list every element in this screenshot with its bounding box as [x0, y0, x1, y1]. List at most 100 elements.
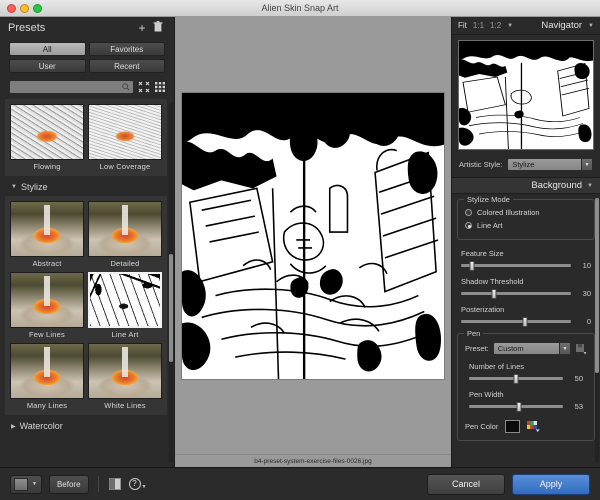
grid-view-icon[interactable] [154, 81, 166, 93]
trash-icon[interactable] [150, 21, 166, 35]
cancel-button[interactable]: Cancel [427, 473, 505, 495]
filter-user-button[interactable]: User [9, 59, 86, 73]
radio-label: Colored Illustration [477, 208, 540, 217]
collapse-all-icon[interactable] [138, 81, 150, 93]
settings-scroll-area[interactable]: Stylize Mode Colored Illustration Line A… [452, 194, 600, 467]
slider-track[interactable] [461, 260, 571, 271]
single-view-icon [14, 477, 28, 491]
save-preset-icon[interactable] [575, 343, 587, 355]
slider-track[interactable] [461, 316, 571, 327]
zoom-1-1-button[interactable]: 1:1 [473, 21, 484, 30]
artistic-style-label: Artistic Style: [459, 160, 503, 169]
help-button[interactable]: ? ▼ [128, 478, 147, 490]
filter-recent-button[interactable]: Recent [88, 59, 165, 73]
preview-image[interactable] [181, 91, 445, 380]
slider-value[interactable]: 53 [569, 402, 583, 411]
settings-section-header[interactable]: Background ▼ [452, 177, 600, 194]
presets-scroll-area[interactable]: Flowing Low Coverage ▼ Stylize Abstract … [0, 99, 174, 467]
filter-all-button[interactable]: All [9, 42, 86, 56]
preset-thumbnail [88, 104, 162, 160]
chevron-down-icon: ▼ [11, 184, 17, 190]
canvas-viewport[interactable] [175, 17, 451, 454]
preset-item-low-coverage[interactable]: Low Coverage [88, 104, 162, 171]
preset-item-many-lines[interactable]: Many Lines [10, 343, 84, 410]
slider-pen-width: Pen Width 53 [465, 390, 587, 418]
preset-group-label: Stylize [20, 182, 48, 192]
preset-thumbnail [88, 343, 162, 399]
preset-group-header-watercolor[interactable]: ▶ Watercolor [5, 418, 167, 435]
slider-value[interactable]: 0 [577, 317, 591, 326]
preset-label: Flowing [33, 162, 61, 171]
presets-scrollbar[interactable] [169, 103, 173, 463]
preset-group-watercolor: ▶ Watercolor [5, 418, 167, 435]
navigator-preview[interactable] [458, 40, 594, 150]
presets-title: Presets [8, 22, 46, 34]
filter-favorites-button[interactable]: Favorites [88, 42, 165, 56]
chevron-down-icon: ▼ [581, 159, 592, 170]
search-icon [122, 83, 130, 91]
preset-item-white-lines[interactable]: White Lines [88, 343, 162, 410]
radio-colored-illustration[interactable]: Colored Illustration [465, 206, 587, 219]
slider-knob[interactable] [491, 288, 497, 299]
preset-item-line-art[interactable]: Line Art [88, 272, 162, 339]
radio-icon-selected [465, 222, 472, 229]
preset-item-flowing[interactable]: Flowing [10, 104, 84, 171]
slider-track[interactable] [469, 373, 563, 384]
preset-label: Line Art [111, 330, 139, 339]
view-mode-button[interactable]: ▼ [10, 474, 42, 494]
app-window: Alien Skin Snap Art Presets + All Favori… [0, 0, 600, 500]
zoom-1-2-button[interactable]: 1:2 [490, 21, 501, 30]
navigator-line-art [459, 41, 593, 149]
artistic-style-value: Stylize [512, 160, 535, 169]
slider-knob[interactable] [516, 401, 522, 412]
pen-preset-label: Preset: [465, 344, 489, 353]
preset-item-detailed[interactable]: Detailed [88, 201, 162, 268]
chevron-right-icon: ▶ [11, 423, 16, 430]
pen-color-label: Pen Color [465, 422, 499, 431]
preset-label: Many Lines [26, 401, 68, 410]
slider-track[interactable] [461, 288, 571, 299]
chevron-down-icon[interactable]: ▼ [142, 484, 147, 490]
preset-label: Low Coverage [99, 162, 151, 171]
slider-knob[interactable] [513, 373, 519, 384]
chevron-down-icon[interactable]: ▼ [31, 481, 41, 487]
filename-label: b4-preset-system-exercise-files-0026.jpg [175, 454, 451, 467]
preset-search-row [0, 76, 174, 99]
pen-preset-select[interactable]: Custom ▼ [492, 342, 571, 355]
preset-group-header-stylize[interactable]: ▼ Stylize [5, 179, 167, 196]
color-picker-icon[interactable] [527, 421, 540, 432]
stylize-mode-legend: Stylize Mode [464, 195, 513, 204]
slider-knob[interactable] [522, 316, 528, 327]
slider-track[interactable] [469, 401, 563, 412]
chevron-down-icon[interactable]: ▼ [507, 23, 513, 29]
search-input[interactable] [10, 85, 133, 98]
split-view-icon[interactable] [108, 477, 122, 491]
section-collapse-icon[interactable]: ▼ [587, 183, 593, 189]
radio-icon [465, 209, 472, 216]
slider-knob[interactable] [469, 260, 475, 271]
artistic-style-select[interactable]: Stylize ▼ [507, 158, 593, 171]
presets-header: Presets + [0, 17, 174, 39]
window-title: Alien Skin Snap Art [261, 3, 339, 13]
pen-color-swatch[interactable] [505, 420, 521, 433]
plus-icon[interactable]: + [134, 21, 150, 35]
preset-item-few-lines[interactable]: Few Lines [10, 272, 84, 339]
zoom-fit-button[interactable]: Fit [458, 21, 467, 30]
settings-scrollbar[interactable] [595, 198, 599, 463]
pen-legend: Pen [464, 329, 484, 338]
preset-item-abstract[interactable]: Abstract [10, 201, 84, 268]
preset-thumbnail [10, 343, 84, 399]
radio-line-art[interactable]: Line Art [465, 219, 587, 232]
slider-value[interactable]: 50 [569, 374, 583, 383]
preset-thumbnail [10, 272, 84, 328]
apply-button[interactable]: Apply [512, 473, 590, 495]
before-button[interactable]: Before [48, 474, 89, 494]
preset-group-stylize: ▼ Stylize Abstract Detailed Few Lines Li… [5, 179, 167, 415]
navigator-collapse-icon[interactable]: ▼ [588, 23, 594, 29]
preset-thumbnail [88, 201, 162, 257]
search-field[interactable] [9, 80, 134, 98]
slider-value[interactable]: 10 [577, 261, 591, 270]
slider-value[interactable]: 30 [577, 289, 591, 298]
slider-feature-size: Feature Size 10 [457, 249, 595, 277]
artistic-style-row: Artistic Style: Stylize ▼ [452, 156, 600, 177]
